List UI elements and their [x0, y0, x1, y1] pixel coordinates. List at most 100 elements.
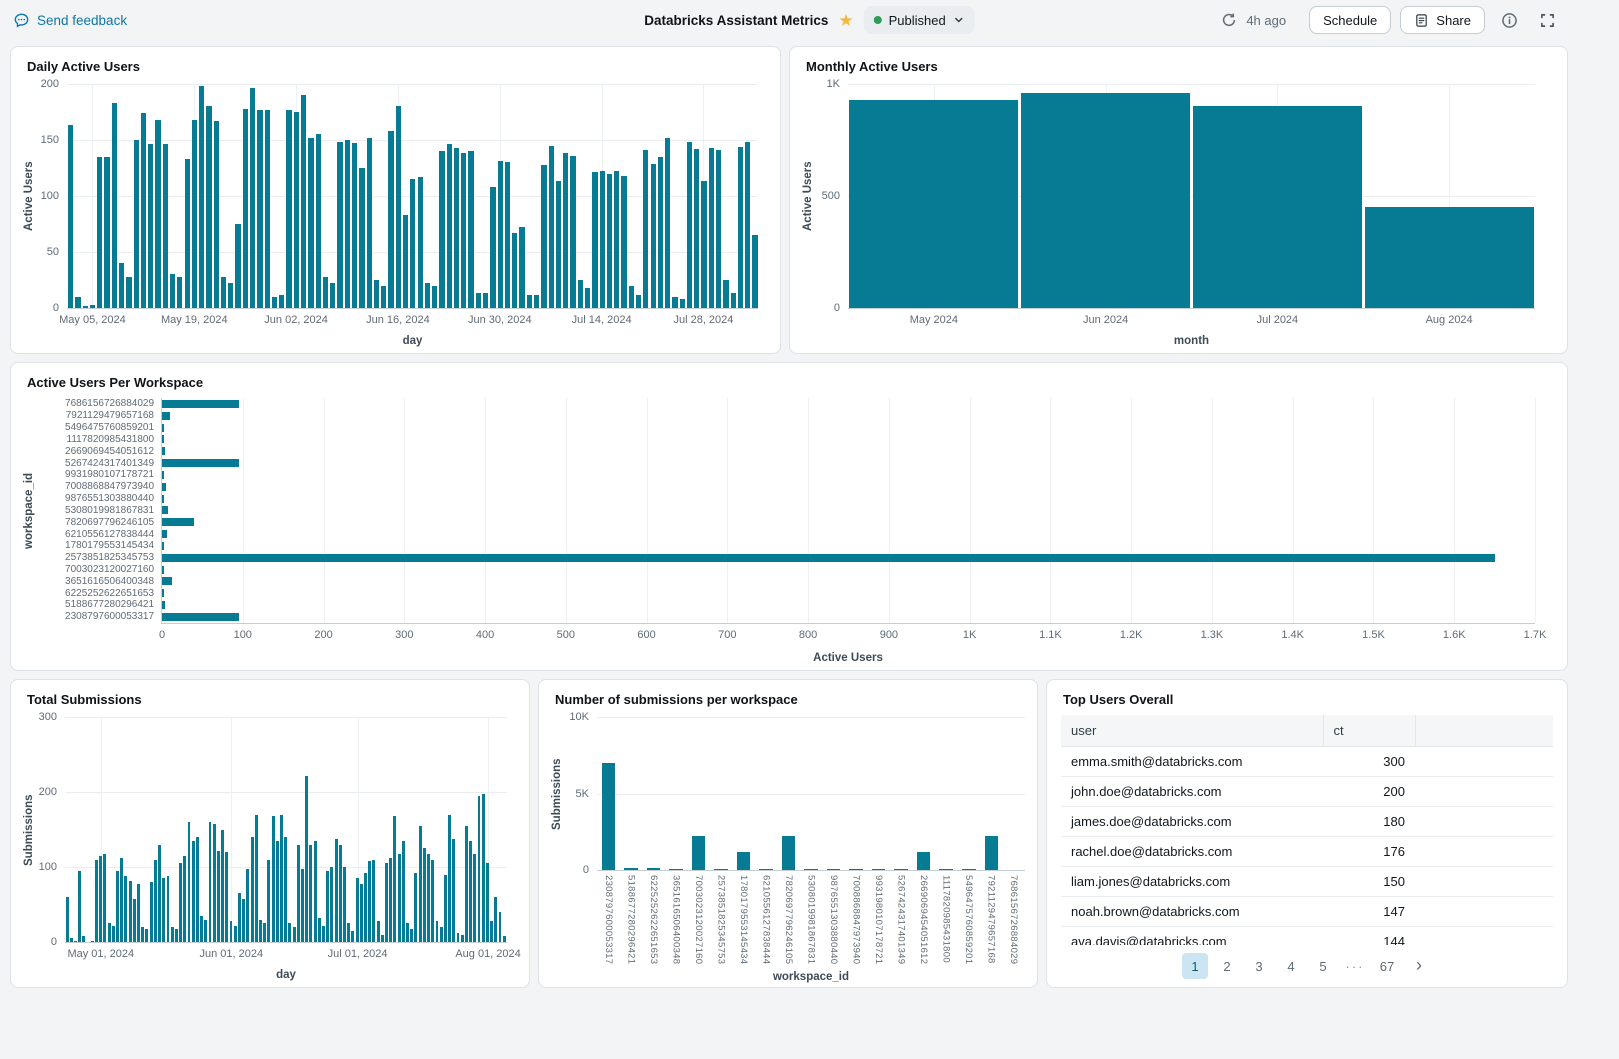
bar[interactable]: [1365, 207, 1534, 308]
bar[interactable]: [235, 224, 240, 308]
bar[interactable]: [83, 306, 88, 308]
bar[interactable]: [305, 776, 308, 943]
bar[interactable]: [322, 926, 325, 943]
bar[interactable]: [410, 179, 415, 308]
bar[interactable]: [206, 106, 211, 308]
bar[interactable]: [116, 871, 119, 942]
bar[interactable]: [192, 841, 195, 942]
bar[interactable]: [263, 923, 266, 942]
bar[interactable]: [345, 140, 350, 308]
bar[interactable]: [200, 916, 203, 942]
bar[interactable]: [636, 295, 641, 308]
bar[interactable]: [162, 471, 164, 479]
bar[interactable]: [199, 86, 204, 308]
bar[interactable]: [251, 837, 254, 942]
bar[interactable]: [129, 881, 132, 943]
bar[interactable]: [592, 172, 597, 308]
bar[interactable]: [439, 151, 444, 308]
refresh-icon[interactable]: [1219, 6, 1239, 34]
page-button[interactable]: 67: [1374, 953, 1400, 979]
bar[interactable]: [314, 841, 317, 942]
bar[interactable]: [716, 150, 721, 308]
bar[interactable]: [701, 181, 706, 308]
bar[interactable]: [381, 935, 384, 943]
bar[interactable]: [367, 138, 372, 308]
page-button[interactable]: 5: [1310, 953, 1336, 979]
bar[interactable]: [469, 841, 472, 942]
bar[interactable]: [154, 860, 157, 943]
column-header[interactable]: ct: [1323, 715, 1415, 747]
bar[interactable]: [301, 95, 306, 308]
bar[interactable]: [448, 815, 451, 943]
bar[interactable]: [185, 159, 190, 308]
bar[interactable]: [374, 280, 379, 308]
bar[interactable]: [217, 851, 220, 943]
bar[interactable]: [163, 144, 168, 308]
schedule-button[interactable]: Schedule: [1309, 6, 1391, 34]
bar[interactable]: [177, 277, 182, 308]
bar[interactable]: [104, 157, 109, 308]
bar[interactable]: [352, 143, 357, 308]
bar[interactable]: [476, 293, 481, 308]
bar[interactable]: [326, 871, 329, 942]
bar[interactable]: [316, 134, 321, 308]
send-feedback-link[interactable]: Send feedback: [13, 12, 127, 29]
bar[interactable]: [827, 869, 841, 870]
bar[interactable]: [468, 151, 473, 308]
bar[interactable]: [309, 845, 312, 943]
fullscreen-icon[interactable]: [1533, 6, 1561, 34]
bar[interactable]: [602, 763, 616, 870]
bar[interactable]: [265, 110, 270, 308]
bar[interactable]: [709, 148, 714, 308]
bar[interactable]: [385, 863, 388, 942]
bar[interactable]: [406, 923, 409, 942]
bar[interactable]: [301, 869, 304, 943]
bar[interactable]: [939, 869, 953, 870]
bar[interactable]: [276, 841, 279, 942]
bar[interactable]: [360, 884, 363, 943]
bar[interactable]: [297, 845, 300, 943]
bar[interactable]: [141, 927, 144, 942]
bar[interactable]: [162, 878, 165, 942]
bar[interactable]: [272, 297, 277, 308]
bar[interactable]: [272, 816, 275, 942]
bar[interactable]: [179, 863, 182, 942]
bar[interactable]: [643, 150, 648, 308]
page-button[interactable]: 1: [1182, 953, 1208, 979]
bar[interactable]: [457, 933, 460, 942]
bar[interactable]: [286, 110, 291, 308]
bar[interactable]: [377, 921, 380, 942]
share-button[interactable]: Share: [1400, 6, 1485, 34]
bar[interactable]: [505, 162, 510, 308]
bar[interactable]: [162, 566, 164, 574]
bar[interactable]: [651, 164, 656, 308]
bar[interactable]: [473, 854, 476, 943]
bar[interactable]: [486, 863, 489, 942]
bar[interactable]: [162, 435, 164, 443]
bar[interactable]: [162, 554, 1495, 562]
bar[interactable]: [137, 884, 140, 943]
bar[interactable]: [436, 921, 439, 942]
publish-status-dropdown[interactable]: Published: [864, 6, 975, 34]
bar[interactable]: [388, 131, 393, 308]
bar[interactable]: [669, 869, 683, 870]
bar[interactable]: [423, 848, 426, 942]
bar[interactable]: [103, 854, 106, 943]
bar[interactable]: [293, 927, 296, 942]
bar[interactable]: [70, 938, 73, 942]
bar[interactable]: [112, 926, 115, 943]
bar[interactable]: [444, 875, 447, 943]
bar[interactable]: [621, 176, 626, 308]
bar[interactable]: [337, 142, 342, 308]
bar[interactable]: [578, 280, 583, 308]
bar[interactable]: [134, 140, 139, 308]
bar[interactable]: [162, 518, 194, 526]
page-button[interactable]: 4: [1278, 953, 1304, 979]
bar[interactable]: [230, 921, 233, 942]
bar[interactable]: [498, 161, 503, 308]
bar[interactable]: [335, 839, 338, 943]
bar[interactable]: [74, 941, 77, 942]
total-submissions-chart[interactable]: Submissions0100200300May 01, 2024Jun 01,…: [19, 707, 521, 983]
column-header[interactable]: user: [1061, 715, 1323, 747]
bar[interactable]: [519, 227, 524, 308]
